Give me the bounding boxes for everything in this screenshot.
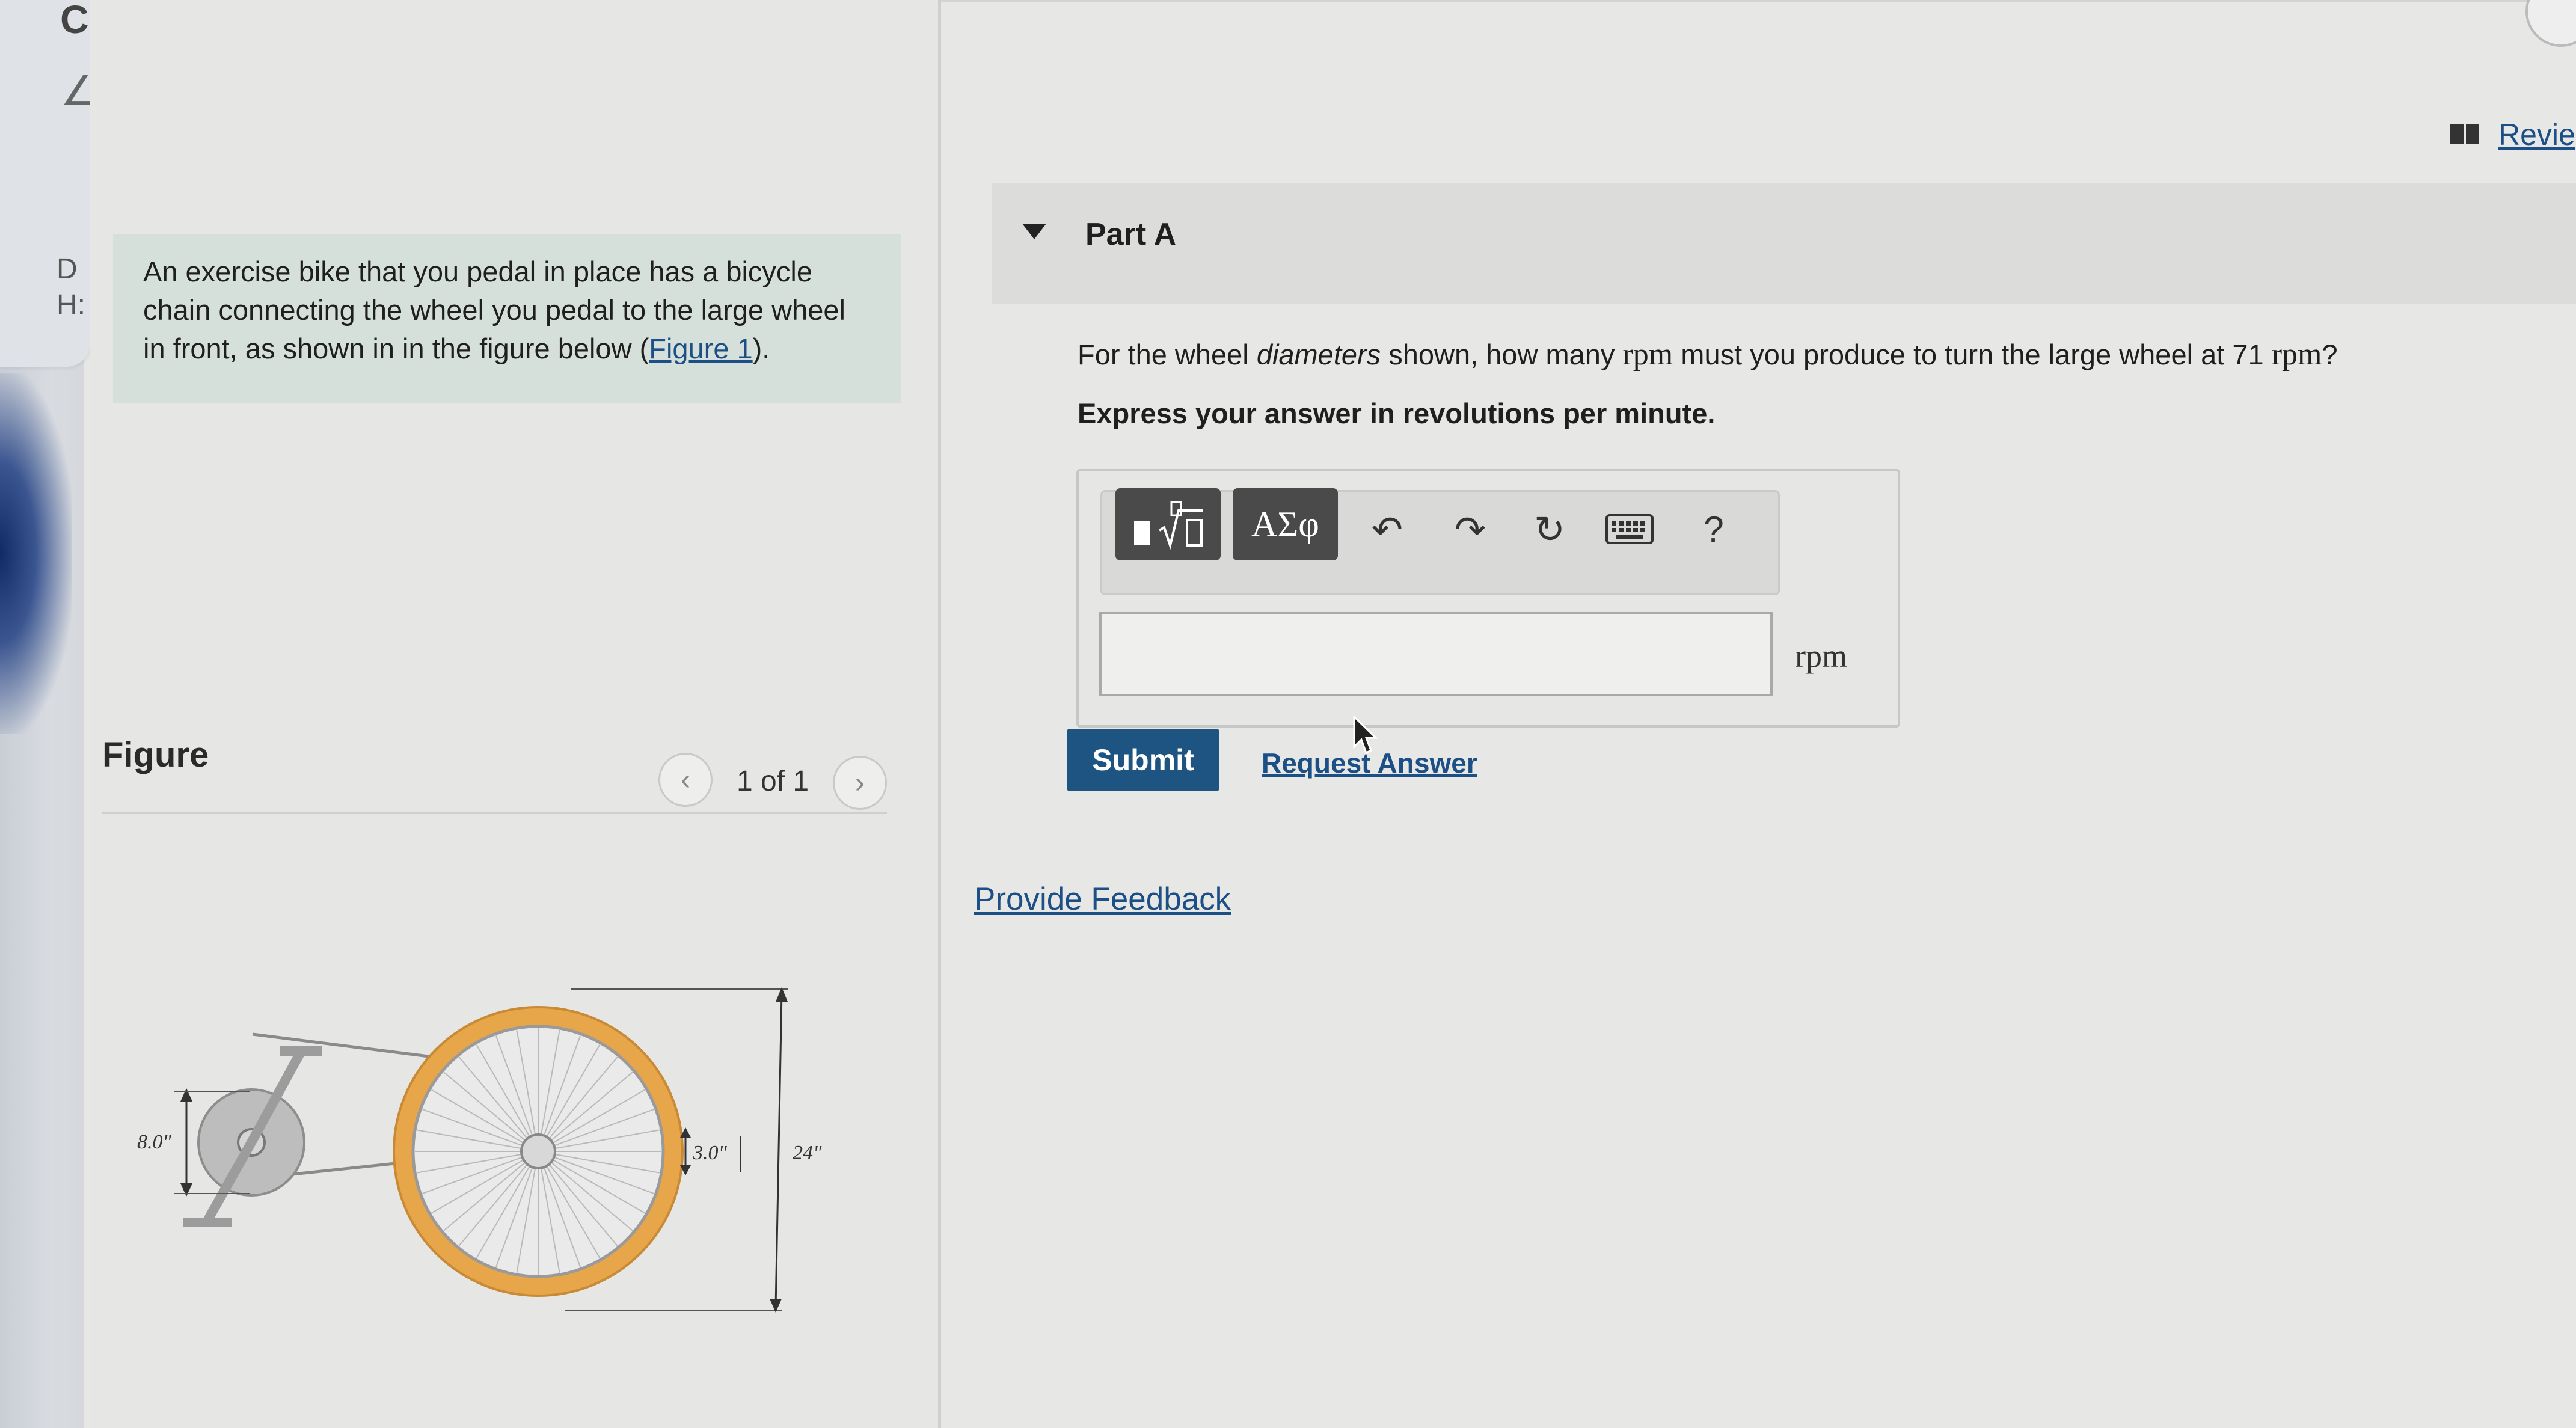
left-edge-background <box>0 373 72 734</box>
exercise-bike-figure: 8.0" 3.0" 24" <box>137 987 822 1313</box>
edge-letter-c: C <box>60 0 89 41</box>
large-wheel-dimension-line <box>774 991 783 1308</box>
question-part: For the wheel <box>1078 339 1257 370</box>
pedal-lower <box>183 1218 232 1227</box>
edge-letter-d: D <box>57 253 78 285</box>
small-wheel-label: 8.0" <box>137 1131 172 1153</box>
question-text: For the wheel diameters shown, how many … <box>1078 337 2338 372</box>
pedal-upper <box>280 1046 322 1056</box>
greek-symbols-button[interactable]: ΑΣφ <box>1233 488 1338 560</box>
question-unit: rpm <box>2271 337 2322 372</box>
answer-input[interactable] <box>1099 612 1773 696</box>
reset-icon[interactable]: ↻ <box>1523 502 1577 556</box>
figure-title: Figure <box>102 735 209 774</box>
problem-intro: An exercise bike that you pedal in place… <box>113 234 901 403</box>
question-unit: rpm <box>1622 337 1673 372</box>
review-link[interactable]: Revie <box>2498 117 2575 152</box>
question-part: shown, how many <box>1381 339 1623 370</box>
answer-instruction: Express your answer in revolutions per m… <box>1078 397 1716 429</box>
chevron-left-icon: ‹ <box>681 764 690 796</box>
arrow-down-icon <box>180 1183 192 1197</box>
figure-link[interactable]: Figure 1 <box>649 332 752 364</box>
caret-down-icon[interactable] <box>1022 224 1046 239</box>
figure-divider <box>102 812 887 814</box>
undo-icon[interactable]: ↶ <box>1360 502 1414 556</box>
edge-letter-h: H: <box>57 289 85 321</box>
redo-icon[interactable]: ↷ <box>1443 502 1497 556</box>
next-figure-button[interactable]: › <box>833 756 887 810</box>
book-icon <box>2450 124 2479 144</box>
templates-button[interactable] <box>1115 488 1221 560</box>
collapse-button[interactable] <box>2525 0 2576 47</box>
figure-counter: 1 of 1 <box>737 765 809 797</box>
unit-label: rpm <box>1795 638 1847 674</box>
large-wheel-label: 24" <box>793 1142 822 1164</box>
mouse-cursor-icon <box>1353 716 1378 755</box>
question-part: must you produce to turn the large wheel… <box>1673 339 2272 370</box>
hub-label: 3.0" <box>692 1142 728 1164</box>
provide-feedback-link[interactable]: Provide Feedback <box>974 881 1231 918</box>
keyboard-icon[interactable] <box>1602 502 1657 556</box>
part-a-header[interactable] <box>992 183 2576 304</box>
templates-icon <box>1133 501 1203 550</box>
part-a-title: Part A <box>1085 217 1177 252</box>
large-wheel-hub <box>520 1133 556 1169</box>
chevron-right-icon: › <box>855 767 865 799</box>
help-button[interactable]: ? <box>1687 502 1741 556</box>
submit-button[interactable]: Submit <box>1067 729 1219 791</box>
question-emphasis: diameters <box>1256 339 1381 370</box>
intro-text-end: ). <box>752 332 770 364</box>
arrow-up-icon <box>180 1088 192 1102</box>
previous-figure-button[interactable]: ‹ <box>658 753 713 807</box>
question-part: ? <box>2322 339 2338 370</box>
